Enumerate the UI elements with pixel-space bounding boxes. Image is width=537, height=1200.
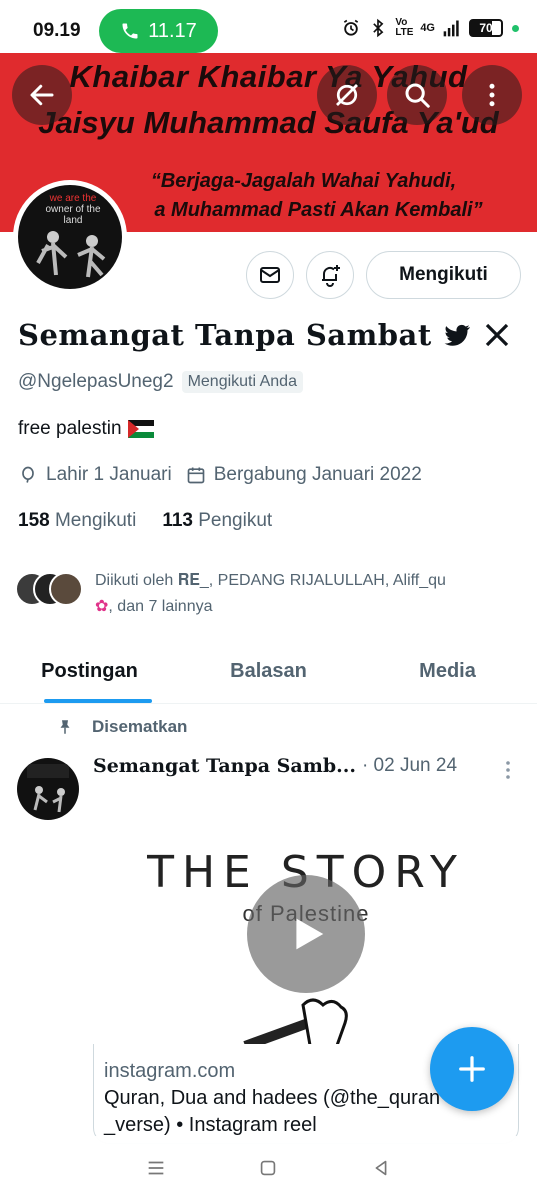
grok-button[interactable] [317, 65, 377, 125]
tab-media[interactable]: Media [358, 640, 537, 703]
banner-text-line4: a Muhammad Pasti Akan Kembali” [154, 199, 483, 221]
followed-by-text-part2: , dan 7 lainnya [108, 598, 213, 615]
joined-item: Bergabung Januari 2022 [186, 464, 422, 486]
alarm-icon [344, 19, 359, 36]
envelope-icon [260, 267, 280, 283]
notify-button[interactable] [306, 251, 354, 299]
handle-row: @NgelepasUneg2 Mengikuti Anda [18, 371, 303, 393]
birthday-text: Lahir 1 Januari [46, 464, 172, 485]
followed-by-text: Diikuti oleh 𝐑𝐄_, PEDANG RIJALULLAH, Ali… [95, 568, 535, 620]
back-nav-icon[interactable] [370, 1157, 392, 1179]
banner-text-line3: “Berjaga-Jagalah Wahai Yahudi, [150, 170, 457, 192]
balloon-icon [22, 466, 34, 483]
following-stat[interactable]: 158 Mengikuti [18, 510, 136, 532]
post-header: Semangat Tanpa Samb... · 02 Jun 24 [93, 755, 457, 777]
back-arrow-icon [30, 84, 54, 106]
more-options-button[interactable] [462, 65, 522, 125]
twitter-bird-icon [444, 324, 470, 346]
status-bar: 09.19 11.17 Vo LTE 4G 70 [0, 0, 537, 58]
play-icon [296, 918, 324, 950]
message-button[interactable] [246, 251, 294, 299]
status-time: 09.19 [33, 20, 81, 41]
post-video[interactable]: THE STORY of Palestine [93, 825, 519, 1045]
followed-by-text-part1: Diikuti oleh 𝐑𝐄_, PEDANG RIJALULLAH, Ali… [95, 572, 446, 589]
banner-text-line1: Khaibar Khaibar Ya Yahud [69, 59, 468, 94]
display-name-text: Semangat Tanpa Sambat [18, 318, 432, 352]
pin-icon [60, 720, 70, 734]
status-icons: Vo LTE 4G 70 [341, 18, 519, 38]
mutual-avatars [15, 568, 85, 608]
post-author-avatar[interactable] [17, 758, 79, 820]
ongoing-call-pill[interactable]: 11.17 [99, 9, 218, 53]
x-logo-icon [485, 323, 508, 347]
post-author-name[interactable]: Semangat Tanpa Samb... [93, 755, 356, 777]
system-nav-bar [0, 1136, 537, 1200]
pinned-label: Disematkan [92, 717, 188, 736]
hibiscus-icon: ✿ [95, 598, 109, 615]
search-button[interactable] [387, 65, 447, 125]
link-subtitle: _verse) • Instagram reel [104, 1114, 317, 1136]
followers-count: 113 [162, 510, 193, 531]
battery-level: 70 [479, 21, 493, 35]
fighters-silhouette-icon [27, 764, 69, 813]
following-button[interactable]: Mengikuti [366, 251, 521, 299]
signal-icon [443, 20, 459, 37]
profile-avatar[interactable]: we are the owner of the land [13, 180, 127, 294]
search-icon [405, 83, 430, 108]
banner-text-line2: Jaisyu Muhammad Saufa Ya'ud [38, 105, 499, 140]
follow-stats: 158 Mengikuti 113 Pengikut [18, 510, 272, 532]
recent-apps-icon[interactable] [145, 1157, 167, 1179]
display-name: Semangat Tanpa Sambat [18, 318, 512, 352]
tab-balasan[interactable]: Balasan [179, 640, 358, 703]
battery-icon: 70 [469, 19, 503, 37]
network-label: 4G [420, 22, 435, 34]
privacy-dot [512, 24, 519, 32]
grok-icon [336, 84, 358, 106]
profile-meta: Lahir 1 Januari Bergabung Januari 2022 [18, 464, 422, 486]
bluetooth-icon [373, 18, 384, 38]
profile-tabs: Postingan Balasan Media [0, 640, 537, 704]
post-date[interactable]: · 02 Jun 24 [362, 755, 457, 777]
tab-postingan[interactable]: Postingan [0, 640, 179, 703]
followers-stat[interactable]: 113 Pengikut [162, 510, 272, 532]
avatar-image: we are the owner of the land [18, 185, 122, 289]
bio-text: free palestin [18, 418, 122, 439]
following-label: Mengikuti [54, 510, 137, 531]
follows-you-badge: Mengikuti Anda [181, 371, 303, 393]
palestine-flag-icon [127, 420, 154, 438]
compose-button[interactable] [430, 1027, 514, 1111]
user-handle: @NgelepasUneg2 [18, 371, 174, 392]
back-button[interactable] [12, 65, 72, 125]
plus-icon [459, 1056, 485, 1082]
post-more-icon[interactable] [500, 758, 516, 782]
birthday-item: Lahir 1 Januari [18, 464, 172, 486]
more-vertical-icon [489, 83, 495, 107]
joined-text: Bergabung Januari 2022 [213, 464, 422, 485]
call-timer: 11.17 [148, 19, 197, 42]
pinned-indicator: Disematkan [56, 717, 187, 737]
phone-icon [122, 23, 138, 39]
play-button[interactable] [247, 875, 365, 993]
volte-label: Vo LTE [395, 17, 414, 38]
mutual-avatar-3 [49, 572, 83, 606]
following-count: 158 [18, 510, 50, 531]
bell-plus-icon [322, 265, 340, 287]
calendar-icon [187, 467, 205, 484]
fighters-silhouette-icon [36, 231, 106, 278]
home-icon[interactable] [257, 1157, 279, 1179]
followers-label: Pengikut [198, 510, 273, 531]
followed-by-row[interactable]: Diikuti oleh 𝐑𝐄_, PEDANG RIJALULLAH, Ali… [15, 568, 535, 620]
bio: free palestin [18, 418, 154, 440]
